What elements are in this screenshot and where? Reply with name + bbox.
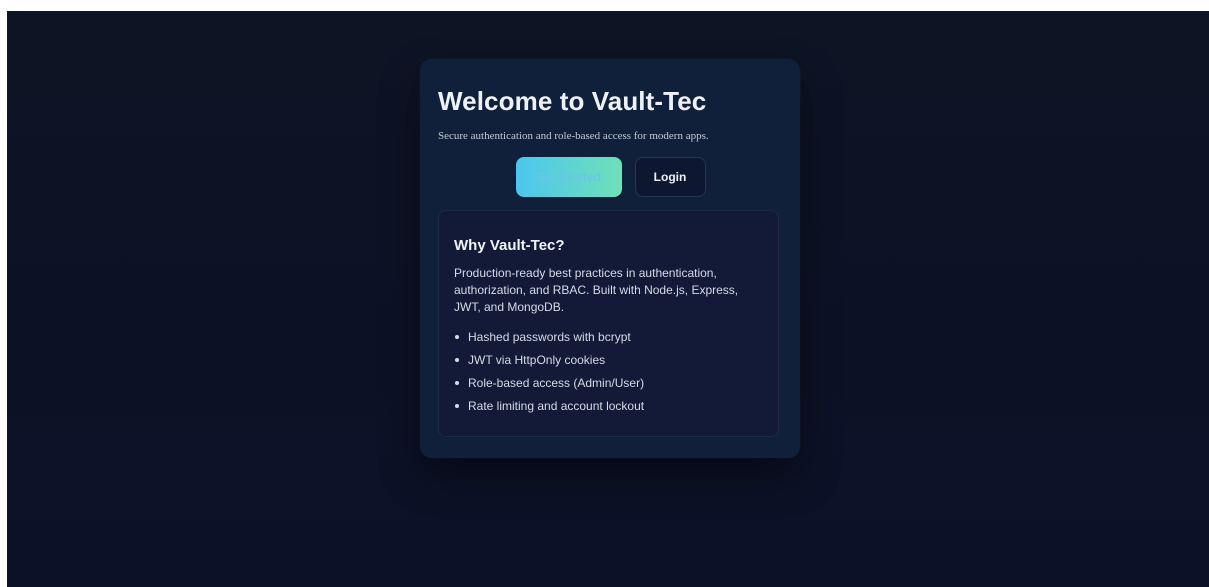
feature-item: Role-based access (Admin/User): [454, 372, 762, 395]
feature-text: Rate limiting and account lockout: [468, 399, 645, 413]
feature-text: Hashed passwords with bcrypt: [468, 330, 631, 344]
bullet-icon: [455, 381, 459, 385]
bullet-icon: [455, 404, 459, 408]
feature-list: Hashed passwords with bcrypt JWT via Htt…: [454, 326, 762, 418]
feature-item: Hashed passwords with bcrypt: [454, 326, 762, 349]
bullet-icon: [455, 335, 459, 339]
info-description: Production-ready best practices in authe…: [454, 266, 739, 314]
welcome-card: Welcome to Vault-Tec Secure authenticati…: [420, 59, 800, 458]
action-buttons: Get Started Login: [438, 157, 781, 197]
login-button[interactable]: Login: [634, 157, 706, 197]
page-title: Welcome to Vault-Tec: [438, 86, 707, 116]
app-viewport: Welcome to Vault-Tec Secure authenticati…: [7, 11, 1209, 587]
why-vault-tec-panel: Why Vault-Tec? Production-ready best pra…: [438, 210, 779, 437]
bullet-icon: [455, 358, 459, 362]
feature-item: JWT via HttpOnly cookies: [454, 349, 762, 372]
feature-text: Role-based access (Admin/User): [468, 376, 645, 390]
info-title: Why Vault-Tec?: [454, 237, 565, 254]
page-subtitle: Secure authentication and role-based acc…: [438, 130, 709, 142]
feature-item: Rate limiting and account lockout: [454, 395, 762, 418]
feature-text: JWT via HttpOnly cookies: [468, 353, 606, 367]
get-started-button[interactable]: Get Started: [515, 157, 622, 197]
